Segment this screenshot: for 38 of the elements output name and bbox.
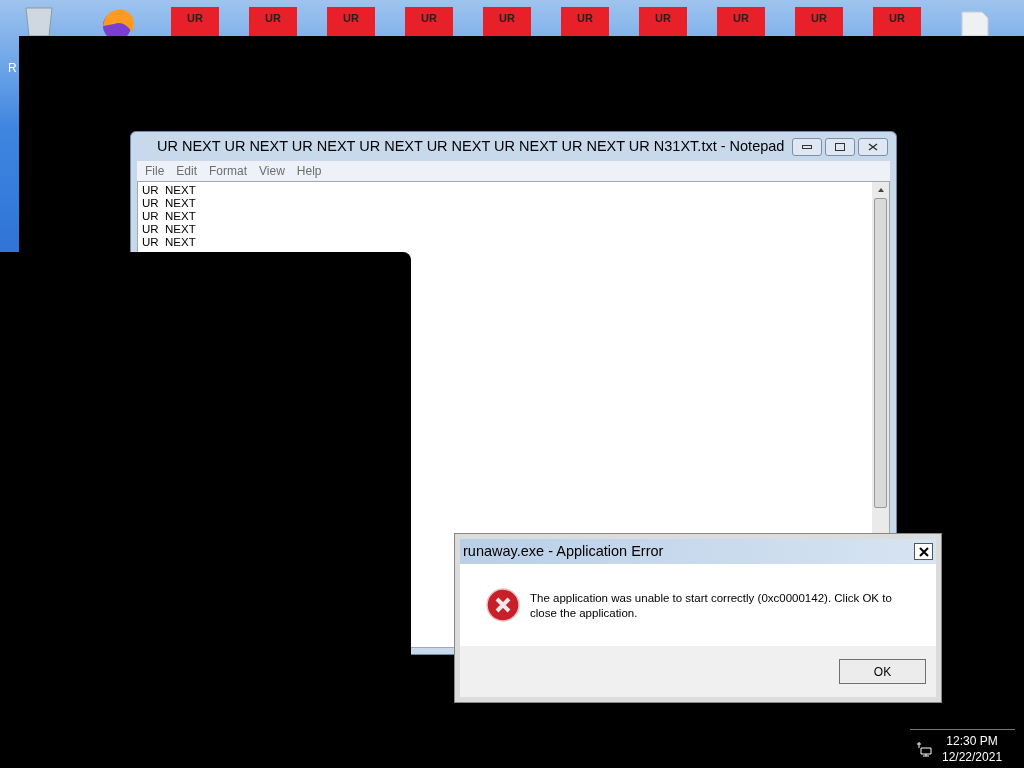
minimize-icon	[802, 144, 813, 149]
close-button[interactable]	[858, 137, 889, 156]
network-icon[interactable]	[916, 741, 932, 757]
clock-time: 12:30 PM	[946, 733, 998, 749]
error-message: The application was unable to start correctly (0xc0000142). Click OK to close the application.	[530, 591, 893, 621]
clock-date: 12/22/2021	[942, 749, 1003, 765]
maximize-icon	[835, 142, 846, 151]
shortcut-tile[interactable]: UR	[483, 7, 531, 36]
text-line: UR NEXT	[142, 197, 197, 210]
text-line: UR NEXT	[142, 223, 197, 236]
shortcut-tile[interactable]: UR	[249, 7, 297, 36]
text-line: UR NEXT	[142, 236, 197, 249]
shortcut-tile[interactable]: UR	[717, 7, 765, 36]
ok-button[interactable]: OK	[839, 659, 926, 684]
shortcut-tile[interactable]: UR	[327, 7, 375, 36]
shortcut-tile[interactable]: UR	[639, 7, 687, 36]
text-line: UR NEXT	[142, 184, 197, 197]
minimize-button[interactable]	[792, 137, 823, 156]
icon-label: R	[8, 60, 18, 77]
shortcut-tile[interactable]: UR	[873, 7, 921, 36]
shortcut-tile[interactable]: UR	[795, 7, 843, 36]
menu-item[interactable]: Format	[209, 162, 248, 180]
scroll-thumb[interactable]	[874, 198, 887, 508]
shortcut-tile[interactable]: UR	[561, 7, 609, 36]
menu-item[interactable]: Edit	[176, 162, 198, 180]
close-icon	[918, 546, 929, 557]
close-button[interactable]	[914, 543, 933, 560]
shortcut-tile[interactable]: UR	[171, 7, 219, 36]
text-line: UR NEXT	[142, 210, 197, 223]
window-title: UR NEXT UR NEXT UR NEXT UR NEXT UR NEXT UR NEXT UR NEXT UR N31XT.txt - Notepad	[157, 136, 785, 156]
dialog-title: runaway.exe - Application Error	[463, 541, 664, 561]
menu-item[interactable]: Help	[296, 162, 322, 180]
shortcut-tile[interactable]: UR	[405, 7, 453, 36]
menu-item[interactable]: File	[145, 162, 165, 180]
menu-item[interactable]: View	[259, 162, 285, 180]
close-icon	[868, 142, 879, 151]
maximize-button[interactable]	[825, 137, 856, 156]
error-icon	[486, 588, 520, 622]
